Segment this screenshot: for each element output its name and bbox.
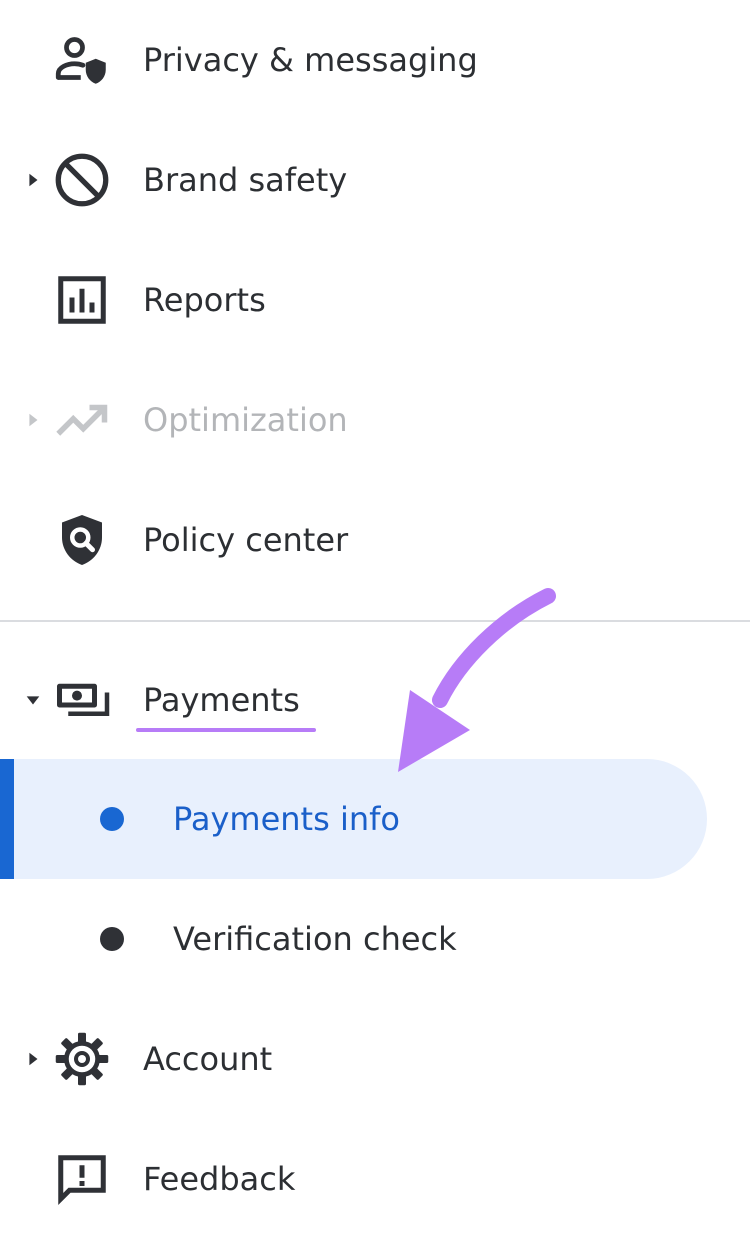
nav-label: Feedback — [143, 1160, 296, 1198]
feedback-icon — [52, 1149, 112, 1209]
nav-item-brand-safety[interactable]: Brand safety — [0, 120, 750, 240]
nav-label: Brand safety — [143, 161, 348, 199]
caret-right-icon[interactable] — [24, 1050, 42, 1068]
money-icon — [52, 670, 112, 730]
gear-icon — [52, 1029, 112, 1089]
sub-item-label: Verification check — [173, 920, 457, 958]
trending-up-icon — [52, 390, 112, 450]
nav-item-privacy-messaging[interactable]: Privacy & messaging — [0, 0, 750, 120]
shield-search-icon — [52, 510, 112, 570]
nav-label: Reports — [143, 281, 266, 319]
nav-label: Optimization — [143, 401, 348, 439]
active-indicator-bar — [0, 759, 14, 879]
bar-chart-icon — [52, 270, 112, 330]
annotation-underline — [136, 728, 316, 732]
caret-down-icon[interactable] — [24, 691, 42, 709]
nav-item-feedback[interactable]: Feedback — [0, 1119, 750, 1239]
annotation-arrow — [380, 580, 580, 780]
nav-label: Account — [143, 1040, 273, 1078]
nav-item-account[interactable]: Account — [0, 999, 750, 1119]
sub-item-label: Payments info — [173, 800, 400, 838]
sub-item-payments-info[interactable]: Payments info — [0, 759, 750, 879]
block-icon — [52, 150, 112, 210]
caret-right-icon[interactable] — [24, 411, 42, 429]
nav-item-optimization[interactable]: Optimization — [0, 360, 750, 480]
bullet-dot — [100, 927, 124, 951]
nav-item-payments[interactable]: Payments — [0, 640, 750, 760]
bullet-dot — [100, 807, 124, 831]
divider — [0, 620, 750, 622]
caret-right-icon[interactable] — [24, 171, 42, 189]
nav-item-reports[interactable]: Reports — [0, 240, 750, 360]
nav-label: Payments — [143, 681, 300, 719]
nav-label: Policy center — [143, 521, 349, 559]
person-shield-icon — [52, 30, 112, 90]
nav-label: Privacy & messaging — [143, 41, 478, 79]
nav-item-policy-center[interactable]: Policy center — [0, 480, 750, 600]
sub-item-verification-check[interactable]: Verification check — [0, 879, 750, 999]
